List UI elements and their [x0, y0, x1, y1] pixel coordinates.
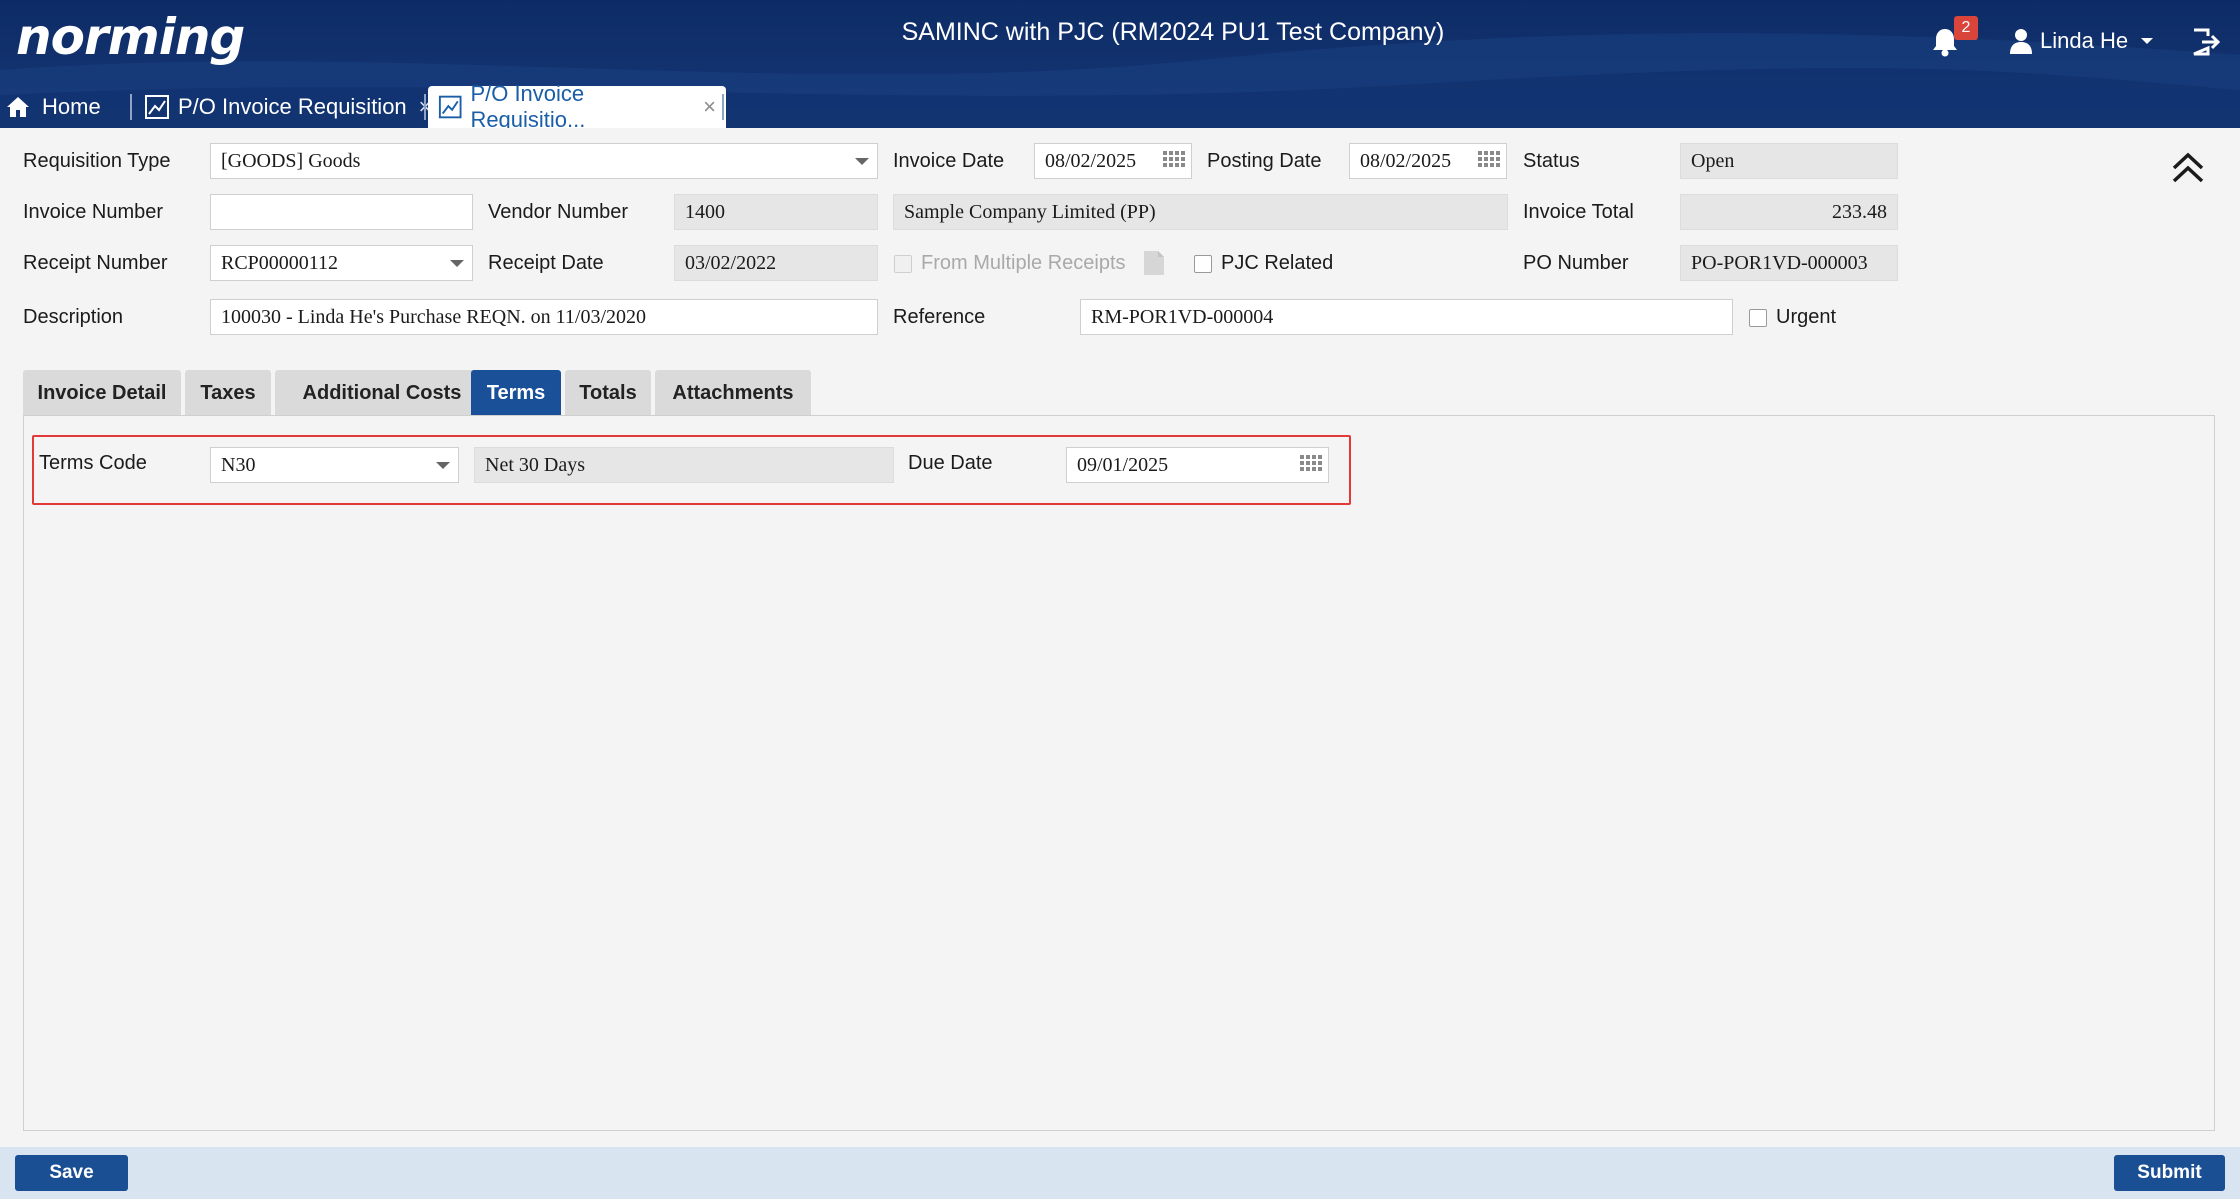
receipt-number-value: RCP00000112 — [221, 252, 339, 274]
tab-po-invoice-requisition-1[interactable]: P/O Invoice Requisition × — [144, 86, 432, 128]
company-title: SAMINC with PJC (RM2024 PU1 Test Company… — [901, 18, 1445, 46]
requisition-type-select[interactable]: [GOODS] Goods — [210, 143, 878, 179]
chart-document-icon — [145, 95, 169, 119]
tab-po-invoice-requisition-2[interactable]: P/O Invoice Requisitio... × — [428, 81, 726, 128]
tab-taxes[interactable]: Taxes — [185, 370, 271, 416]
document-icon[interactable] — [1142, 250, 1166, 276]
status-field: Open — [1680, 143, 1898, 179]
calendar-icon[interactable] — [1163, 151, 1185, 171]
tab-home[interactable]: Home — [6, 86, 101, 128]
receipt-number-select[interactable]: RCP00000112 — [210, 245, 473, 281]
tab-additional-costs[interactable]: Additional Costs — [275, 370, 489, 416]
vendor-number-field: 1400 — [674, 194, 878, 230]
terms-code-label: Terms Code — [39, 452, 147, 474]
po-number-label: PO Number — [1523, 252, 1629, 274]
user-icon — [2010, 29, 2032, 54]
pjc-related-checkbox[interactable] — [1194, 255, 1212, 273]
terms-description-field: Net 30 Days — [474, 447, 894, 483]
reference-label: Reference — [893, 306, 986, 328]
tab-label: P/O Invoice Requisition — [178, 94, 407, 119]
posting-date-field[interactable]: 08/02/2025 — [1349, 143, 1507, 179]
receipt-date-label: Receipt Date — [488, 252, 604, 274]
dropdown-arrow-icon — [855, 158, 869, 165]
invoice-total-label: Invoice Total — [1523, 201, 1634, 223]
tab-separator — [130, 94, 132, 120]
invoice-number-input[interactable] — [210, 194, 473, 230]
from-multiple-receipts-checkbox[interactable] — [894, 255, 912, 273]
receipt-date-field: 03/02/2022 — [674, 245, 878, 281]
from-multiple-receipts-label: From Multiple Receipts — [921, 252, 1126, 274]
notification-count-badge: 2 — [1954, 16, 1978, 40]
invoice-total-field: 233.48 — [1680, 194, 1898, 230]
due-date-field[interactable]: 09/01/2025 — [1066, 447, 1329, 483]
posting-date-value: 08/02/2025 — [1360, 150, 1452, 172]
terms-code-value: N30 — [221, 454, 256, 476]
tab-separator — [722, 94, 724, 120]
calendar-icon[interactable] — [1300, 455, 1322, 475]
receipt-number-label: Receipt Number — [23, 252, 168, 274]
document-tab-bar: Home P/O Invoice Requisition × P/O Invoi… — [0, 81, 2240, 128]
tab-attachments[interactable]: Attachments — [655, 370, 811, 416]
pjc-related-label: PJC Related — [1221, 252, 1334, 274]
terms-code-select[interactable]: N30 — [210, 447, 459, 483]
save-button[interactable]: Save — [15, 1155, 128, 1191]
due-date-label: Due Date — [908, 452, 993, 474]
footer-bar — [0, 1147, 2240, 1199]
requisition-type-label: Requisition Type — [23, 150, 171, 172]
home-icon — [7, 97, 29, 117]
tab-home-label: Home — [42, 94, 101, 119]
requisition-type-value: [GOODS] Goods — [221, 150, 361, 172]
urgent-checkbox[interactable] — [1749, 309, 1767, 327]
status-label: Status — [1523, 150, 1580, 172]
invoice-date-value: 08/02/2025 — [1045, 150, 1137, 172]
app-header: norming SAMINC with PJC (RM2024 PU1 Test… — [0, 0, 2240, 128]
chart-document-icon — [438, 95, 462, 119]
close-icon[interactable]: × — [703, 94, 716, 120]
tab-invoice-detail[interactable]: Invoice Detail — [23, 370, 181, 416]
user-menu[interactable]: Linda He — [2010, 26, 2162, 56]
vendor-number-label: Vendor Number — [488, 201, 629, 223]
posting-date-label: Posting Date — [1207, 150, 1322, 172]
dropdown-arrow-icon — [436, 462, 450, 469]
terms-panel — [23, 415, 2215, 1131]
logout-icon[interactable] — [2190, 26, 2222, 58]
description-label: Description — [23, 306, 124, 328]
vendor-name-field: Sample Company Limited (PP) — [893, 194, 1508, 230]
dropdown-arrow-icon — [450, 260, 464, 267]
submit-button[interactable]: Submit — [2114, 1155, 2225, 1191]
po-number-field: PO-POR1VD-000003 — [1680, 245, 1898, 281]
tab-separator — [424, 94, 426, 120]
invoice-date-label: Invoice Date — [893, 150, 1005, 172]
invoice-date-field[interactable]: 08/02/2025 — [1034, 143, 1192, 179]
urgent-label: Urgent — [1776, 306, 1837, 328]
user-name: Linda He — [2040, 28, 2129, 53]
tab-label: P/O Invoice Requisitio... — [470, 81, 586, 128]
description-input[interactable]: 100030 - Linda He's Purchase REQN. on 11… — [210, 299, 878, 335]
tab-totals[interactable]: Totals — [565, 370, 651, 416]
invoice-number-label: Invoice Number — [23, 201, 164, 223]
chevron-down-icon — [2141, 38, 2154, 44]
tab-terms[interactable]: Terms — [471, 370, 561, 416]
due-date-value: 09/01/2025 — [1077, 454, 1169, 476]
collapse-chevron-icon[interactable] — [2170, 150, 2206, 186]
reference-input[interactable]: RM-POR1VD-000004 — [1080, 299, 1733, 335]
calendar-icon[interactable] — [1478, 151, 1500, 171]
